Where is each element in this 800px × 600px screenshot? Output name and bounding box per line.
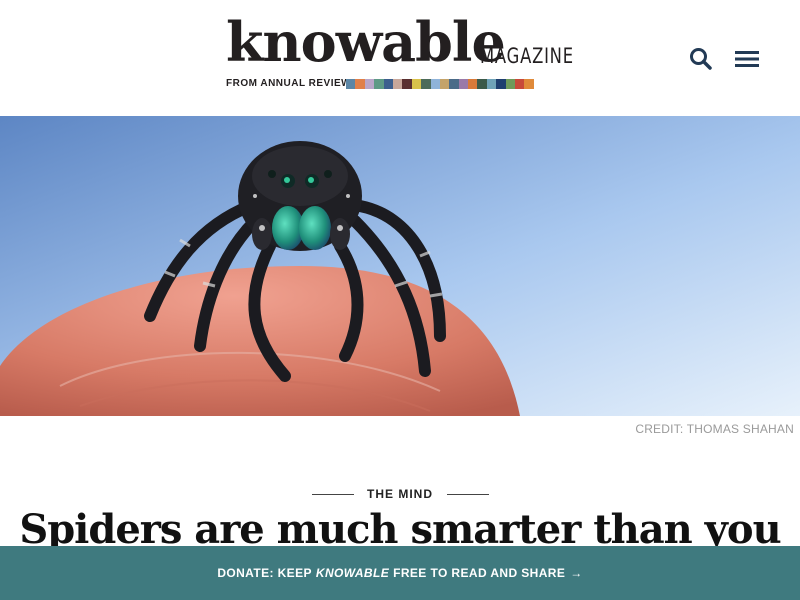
logo-strip-swatch [524, 79, 534, 89]
logo-color-strip [346, 79, 534, 89]
logo-from-annual-reviews: FROM ANNUAL REVIEWS [226, 78, 359, 89]
photo-credit: CREDIT: THOMAS SHAHAN [635, 422, 794, 436]
logo-strip-swatch [392, 79, 403, 89]
spider-on-finger-illustration [0, 116, 800, 416]
donate-prefix: DONATE: KEEP [217, 566, 312, 580]
logo-strip-swatch [496, 79, 506, 89]
logo-strip-swatch [486, 79, 497, 89]
logo-strip-swatch [364, 79, 375, 89]
menu-button[interactable] [732, 44, 762, 74]
arrow-right-icon: → [570, 566, 583, 580]
article-category: THE MIND [0, 487, 800, 501]
logo-strip-swatch [468, 79, 478, 89]
site-logo[interactable]: knowable MAGAZINE FROM ANNUAL REVIEWS [226, 12, 576, 93]
category-link[interactable]: THE MIND [367, 487, 433, 501]
logo-strip-swatch [477, 79, 487, 89]
logo-strip-swatch [374, 79, 384, 89]
logo-strip-swatch [515, 79, 525, 89]
donate-suffix: FREE TO READ AND SHARE [393, 566, 566, 580]
logo-strip-swatch [421, 79, 431, 89]
logo-magazine-label: MAGAZINE [480, 44, 574, 68]
logo-strip-swatch [505, 79, 516, 89]
hamburger-menu-icon [735, 51, 759, 67]
search-button[interactable] [686, 44, 716, 74]
search-icon [690, 48, 712, 70]
logo-wordmark: knowable [226, 10, 506, 74]
site-header: knowable MAGAZINE FROM ANNUAL REVIEWS [0, 0, 800, 116]
logo-strip-swatch [346, 79, 356, 89]
logo-strip-swatch [355, 79, 365, 89]
logo-strip-swatch [439, 79, 450, 89]
hero-image [0, 116, 800, 416]
donate-banner[interactable]: DONATE: KEEP KNOWABLE FREE TO READ AND S… [0, 546, 800, 600]
logo-strip-swatch [411, 79, 422, 89]
logo-strip-swatch [383, 79, 393, 89]
logo-strip-swatch [402, 79, 412, 89]
donate-brand: KNOWABLE [315, 566, 390, 580]
logo-strip-swatch [458, 79, 469, 89]
logo-strip-swatch [430, 79, 440, 89]
logo-strip-swatch [449, 79, 459, 89]
